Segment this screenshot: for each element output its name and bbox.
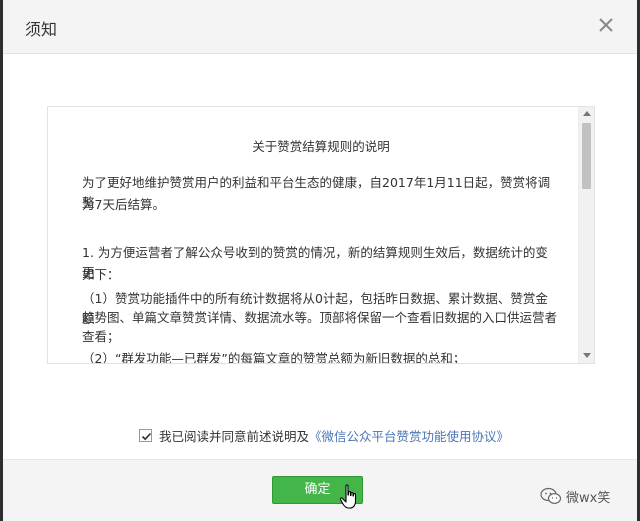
notice-dialog: 须知 关于赞赏结算规则的说明 为了更好地维护赞赏用户的利益和平台生态的健康，自2… — [3, 0, 637, 521]
sub1-line-3: 查看； — [82, 329, 120, 344]
agreement-link[interactable]: 《微信公众平台赞赏功能使用协议》 — [309, 426, 509, 445]
checkmark-icon — [141, 432, 152, 440]
agreement-text: 我已阅读并同意前述说明及 — [159, 428, 310, 444]
agree-checkbox[interactable] — [139, 428, 152, 442]
scroll-thumb[interactable] — [582, 123, 591, 189]
close-icon — [599, 18, 613, 32]
scroll-down-arrow-icon[interactable] — [583, 353, 591, 358]
item1-line-2: 如下： — [82, 267, 120, 282]
watermark-text: 微wx笑 — [566, 490, 611, 506]
close-button[interactable] — [593, 12, 619, 38]
sub1-line-2: 趋势图、单篇文章赞赏详情、数据流水等。顶部将保留一个查看旧数据的入口供运营者 — [82, 310, 558, 325]
wechat-logo-icon — [540, 487, 562, 504]
agreement-row: 我已阅读并同意前述说明及 《微信公众平台赞赏功能使用协议》 — [139, 425, 509, 445]
terms-scroll-area[interactable]: 关于赞赏结算规则的说明 为了更好地维护赞赏用户的利益和平台生态的健康，自2017… — [47, 106, 595, 364]
vertical-scrollbar[interactable] — [578, 107, 594, 363]
dialog-header: 须知 — [3, 0, 637, 54]
hand-pointer-cursor-icon — [339, 484, 357, 509]
sub2-line-1: （2）“群发功能—已群发”的每篇文章的赞赏总额为新旧数据的总和； — [82, 351, 466, 364]
intro-line-2: 为7天后结算。 — [82, 197, 165, 212]
watermark: 微wx笑 — [540, 486, 610, 506]
dialog-title: 须知 — [25, 20, 58, 39]
scroll-up-arrow-icon[interactable] — [583, 111, 591, 116]
terms-title: 关于赞赏结算规则的说明 — [252, 139, 390, 154]
